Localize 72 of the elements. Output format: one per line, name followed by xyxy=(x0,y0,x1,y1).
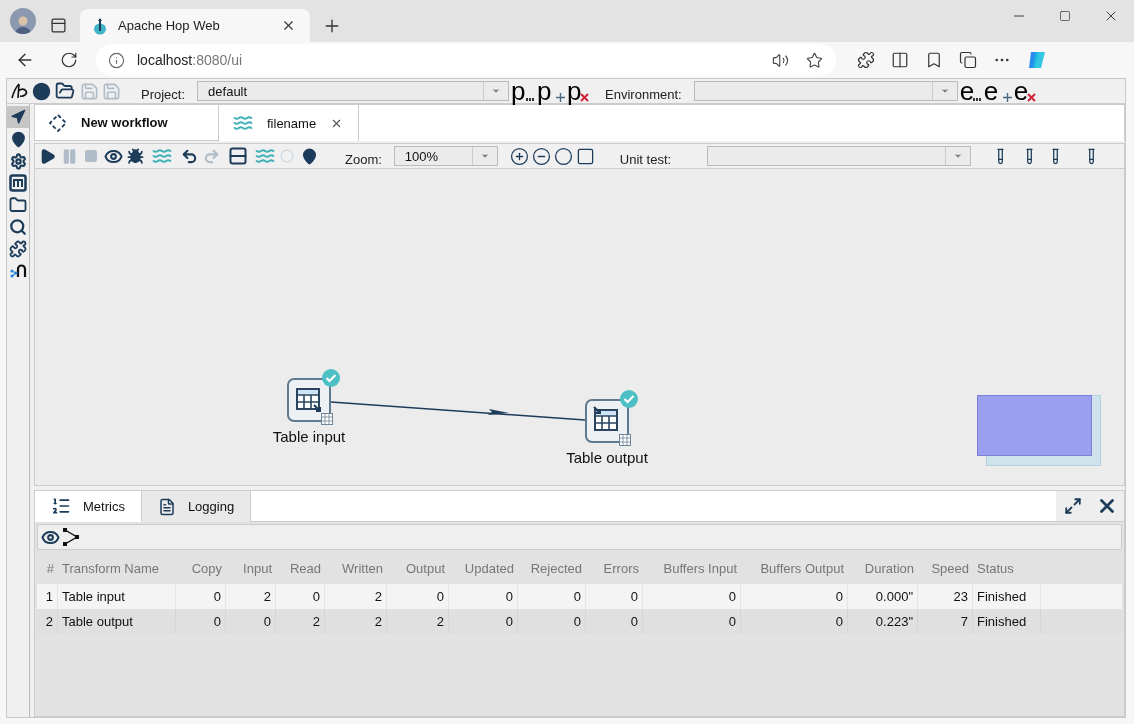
workflow-icon xyxy=(49,113,67,132)
environment-label: Environment: xyxy=(605,87,682,103)
table-cell: 0 xyxy=(518,584,586,609)
transform-node[interactable] xyxy=(585,399,629,443)
plus-icon xyxy=(556,93,566,102)
plus-icon xyxy=(1002,93,1012,102)
table-cell: 1 xyxy=(37,584,58,609)
info-icon xyxy=(108,51,125,69)
puzzle-icon[interactable] xyxy=(7,238,29,260)
profile-avatar[interactable] xyxy=(10,8,36,34)
tab-label: New workflow xyxy=(81,115,168,130)
dropdown-arrow-icon[interactable] xyxy=(953,151,964,161)
zoom-label: Zoom: xyxy=(345,152,382,168)
node-label: Table input xyxy=(272,428,346,445)
dropdown-arrow-icon[interactable] xyxy=(939,86,950,96)
tab-label: filename xyxy=(267,115,317,131)
pipeline-icon xyxy=(233,113,253,133)
letter-button[interactable]: e xyxy=(959,80,982,102)
zoom-dropdown[interactable]: 100% xyxy=(393,146,498,166)
table-cell: 0 xyxy=(449,584,518,609)
unit-test-label: Unit test: xyxy=(619,152,672,168)
tab-label: Logging xyxy=(187,499,235,514)
dropdown-arrow-icon[interactable] xyxy=(479,151,490,161)
copilot-icon[interactable] xyxy=(1026,49,1048,71)
letter-button[interactable]: e xyxy=(983,80,1012,102)
grid-icon xyxy=(619,434,631,446)
numbered-list-icon xyxy=(51,496,71,516)
table-icon xyxy=(294,385,324,415)
table-cell: 23 xyxy=(918,584,973,609)
table-cell: 0 xyxy=(176,584,226,609)
dots-icon xyxy=(972,98,982,102)
address-bar[interactable]: localhost:8080/ui xyxy=(96,44,836,76)
table-cell: 0 xyxy=(586,584,643,609)
project-dropdown[interactable]: default xyxy=(197,81,510,101)
hop-logo-icon[interactable] xyxy=(9,81,29,101)
browser-tab[interactable]: Apache Hop Web xyxy=(80,9,310,42)
panel-tab[interactable]: Logging xyxy=(141,491,252,522)
table-cell: 0 xyxy=(643,584,741,609)
table-cell: 0 xyxy=(387,584,449,609)
url-text: localhost:8080/ui xyxy=(137,52,243,68)
zoom-in-icon[interactable] xyxy=(509,145,530,167)
search-icon[interactable] xyxy=(7,216,29,238)
metadata-icon[interactable] xyxy=(7,172,29,194)
file-tab[interactable]: filename xyxy=(219,105,359,141)
table-cell: Table input xyxy=(58,584,176,609)
table-cell: 2 xyxy=(325,584,387,609)
dots-icon xyxy=(526,98,536,102)
table-cell: 0 xyxy=(741,584,848,609)
table-cell: Finished xyxy=(973,584,1041,609)
zoom-out-icon[interactable] xyxy=(531,145,552,167)
cross-icon xyxy=(1026,93,1036,102)
grid-icon xyxy=(321,413,333,425)
hop-logo-icon xyxy=(92,16,108,35)
tab-label: Metrics xyxy=(83,498,125,514)
dropdown-arrow-icon[interactable] xyxy=(491,86,502,96)
collections-icon[interactable] xyxy=(958,49,978,71)
open-folder-icon[interactable] xyxy=(53,80,77,102)
puzzle-icon[interactable] xyxy=(856,49,876,71)
table-cell: 0 xyxy=(276,584,325,609)
table-cell: 0.000" xyxy=(848,584,918,609)
project-label: Project: xyxy=(141,87,186,103)
node-label: Table output xyxy=(566,449,648,466)
tab-title: Apache Hop Web xyxy=(118,18,221,33)
transform-node[interactable] xyxy=(287,378,331,422)
graph-icon[interactable] xyxy=(62,527,80,547)
pointer-icon[interactable] xyxy=(7,106,29,128)
log-file-icon xyxy=(157,497,176,516)
cross-icon xyxy=(580,93,590,102)
panel-tab[interactable]: Metrics xyxy=(35,491,142,522)
table-cell: 2 xyxy=(226,584,276,609)
letter-button[interactable]: e xyxy=(1013,80,1036,102)
file-tab[interactable]: New workflow xyxy=(35,105,219,141)
